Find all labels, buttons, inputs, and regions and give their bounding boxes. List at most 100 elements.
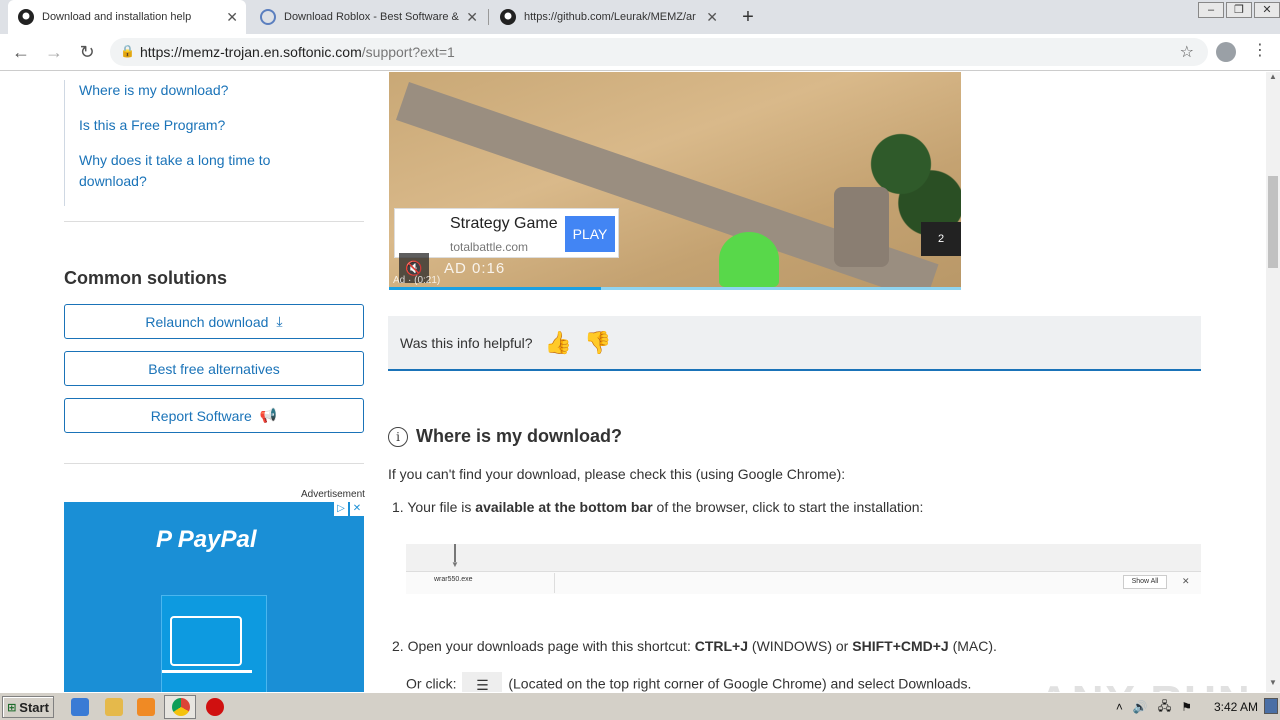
advertisement-label: Advertisement (301, 489, 365, 500)
github-icon (18, 9, 34, 25)
tab-github[interactable]: https://github.com/Leurak/MEMZ/ar ✕ (490, 0, 726, 34)
best-alternatives-button[interactable]: Best free alternatives (64, 351, 364, 386)
tab-roblox[interactable]: Download Roblox - Best Software & ✕ (250, 0, 486, 34)
step2b-prefix: Or click: (406, 675, 457, 692)
tab-title: https://github.com/Leurak/MEMZ/ar (524, 11, 696, 23)
ad-game-title: Strategy Game (450, 215, 558, 232)
arrow-down-icon: ▼ (451, 560, 459, 569)
url-host: https://memz-trojan.en.softonic.com (140, 44, 362, 60)
restore-button[interactable]: ❐ (1226, 2, 1252, 18)
thumbs-up-icon[interactable]: 👍 (545, 330, 572, 356)
paypal-advertisement[interactable]: ▷ ✕ P PayPal (64, 502, 364, 692)
report-software-button[interactable]: Report Software 📢 (64, 398, 364, 433)
paypal-laptop-graphic (161, 595, 267, 692)
new-tab-button[interactable]: + (738, 6, 758, 29)
window-controls: – ❐ ✕ (1196, 2, 1280, 18)
download-icon: ⤓ (276, 313, 283, 329)
tab-strip: Download and installation help ✕ Downloa… (0, 0, 1280, 34)
browser-toolbar: ← → ↻ 🔒 https://memz-trojan.en.softonic.… (0, 34, 1280, 71)
shelf-separator (554, 573, 555, 593)
close-icon[interactable]: ✕ (706, 9, 718, 26)
play-button[interactable]: PLAY (565, 216, 615, 252)
section-heading: i Where is my download? (388, 426, 622, 447)
video-progress (389, 287, 961, 290)
start-label: Start (19, 699, 49, 715)
button-label: Best free alternatives (148, 360, 280, 377)
ie-icon[interactable] (71, 698, 89, 716)
start-button[interactable]: ⊞ Start (2, 696, 54, 718)
download-shelf (406, 571, 1201, 594)
scroll-up-icon[interactable]: ▲ (1266, 72, 1280, 86)
close-icon[interactable]: ✕ (226, 9, 238, 26)
faq-links: Where is my download? Is this a Free Pro… (64, 80, 289, 206)
helpful-question: Was this info helpful? (400, 334, 533, 351)
close-icon: ✕ (1182, 576, 1190, 586)
lock-icon: 🔒 (120, 44, 135, 58)
faq-link-where[interactable]: Where is my download? (79, 80, 289, 101)
anyrun-watermark: ANY RUN (1038, 677, 1252, 692)
thumbs-down-icon[interactable]: 👎 (584, 330, 611, 356)
helpful-bar: Was this info helpful? 👍 👎 (388, 316, 1201, 371)
heading-text: Where is my download? (416, 426, 623, 446)
step2-key1: CTRL+J (694, 638, 749, 654)
page-content: Where is my download? Is this a Free Pro… (0, 72, 1266, 692)
tray-arrow-icon[interactable]: ˄ (1116, 700, 1123, 714)
relaunch-download-button[interactable]: Relaunch download ⤓ (64, 304, 364, 339)
paypal-p-icon: P (156, 526, 178, 553)
clock: 3:42 AM (1213, 700, 1258, 714)
chrome-icon (172, 698, 190, 716)
step2-prefix: 2. Open your downloads page with this sh… (392, 638, 695, 654)
reload-icon[interactable]: ↻ (76, 42, 98, 63)
softonic-icon (260, 9, 276, 25)
close-window-button[interactable]: ✕ (1254, 2, 1280, 18)
network-icon[interactable]: 🖧 (1158, 697, 1171, 718)
step2-key2: SHIFT+CMD+J (852, 638, 949, 654)
explorer-icon[interactable] (105, 698, 123, 716)
step-1: 1. Your file is available at the bottom … (392, 499, 923, 515)
divider (64, 463, 364, 464)
profile-avatar[interactable] (1216, 42, 1236, 62)
scroll-thumb[interactable] (1268, 176, 1278, 268)
minimize-button[interactable]: – (1198, 2, 1224, 18)
forward-icon[interactable]: → (43, 42, 65, 63)
hamburger-menu-icon: ☰ (462, 672, 503, 692)
tab-title: Download Roblox - Best Software & (284, 11, 459, 23)
page-scrollbar[interactable]: ▲ ▼ (1266, 72, 1280, 692)
button-label: Relaunch download (145, 313, 269, 330)
tab-separator (488, 9, 489, 25)
system-tray: ˄ 🔊 🖧 ⚑ 3:42 AM (1106, 696, 1258, 718)
url-path: /support?ext=1 (361, 44, 455, 60)
video-ad[interactable]: Strategy Game totalbattle.com PLAY 🔇 AD … (389, 72, 961, 290)
skip-count[interactable]: 2 (921, 222, 961, 256)
divider (64, 221, 364, 222)
taskbar: ⊞ Start ˄ 🔊 🖧 ⚑ 3:42 AM (0, 692, 1280, 720)
ad-count: Ad · (0:21) (393, 275, 441, 286)
step2-suffix: (MAC). (948, 638, 997, 654)
antivirus-icon[interactable] (206, 698, 224, 716)
megaphone-icon: 📢 (259, 407, 278, 423)
volume-icon[interactable]: 🔊 (1133, 700, 1148, 714)
ad-card[interactable]: Strategy Game totalbattle.com PLAY (394, 208, 619, 258)
faq-link-long-time[interactable]: Why does it take a long time to download… (79, 150, 289, 192)
download-file: wrar550.exe (434, 576, 473, 583)
address-bar[interactable]: 🔒 https://memz-trojan.en.softonic.com/su… (110, 38, 1208, 66)
faq-link-free[interactable]: Is this a Free Program? (79, 115, 289, 136)
github-icon (500, 9, 516, 25)
step2-mid: (WINDOWS) or (748, 638, 853, 654)
intro-text: If you can't find your download, please … (388, 466, 846, 482)
scroll-down-icon[interactable]: ▼ (1266, 678, 1280, 692)
chrome-menu-icon[interactable]: ⋮ (1252, 40, 1268, 60)
tab-active[interactable]: Download and installation help ✕ (8, 0, 246, 34)
media-player-icon[interactable] (137, 698, 155, 716)
laptop-icon (170, 616, 242, 666)
show-desktop-button[interactable] (1264, 698, 1278, 714)
back-icon[interactable]: ← (10, 42, 32, 63)
show-all-button: Show All (1123, 575, 1167, 589)
bookmark-star-icon[interactable]: ☆ (1180, 42, 1194, 62)
step-2b: Or click: ☰ (Located on the top right co… (406, 672, 971, 692)
adchoices-icon[interactable]: ▷ ✕ (332, 502, 364, 516)
ad-site: totalbattle.com (450, 240, 529, 254)
flag-icon[interactable]: ⚑ (1181, 700, 1192, 714)
step-2: 2. Open your downloads page with this sh… (392, 638, 997, 654)
close-icon[interactable]: ✕ (466, 9, 478, 26)
